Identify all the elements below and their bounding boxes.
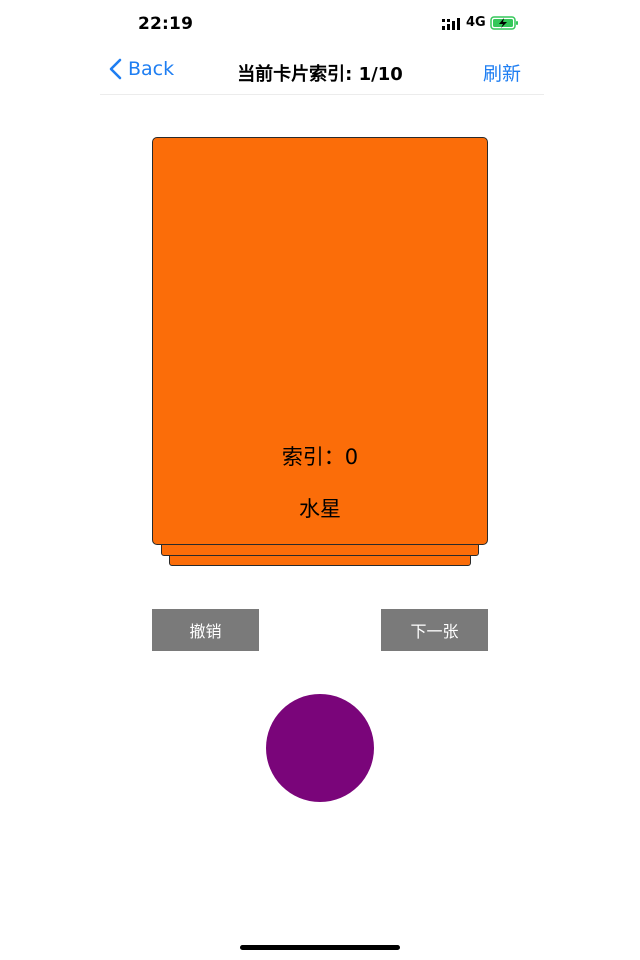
screen: 22:19 4G Back 当前卡片索引: 1/10 刷新 索引：0 水星 撤销…: [0, 0, 640, 960]
card-stack: 索引：0 水星: [0, 0, 640, 600]
card-name-label: 水星: [299, 497, 341, 521]
purple-circle[interactable]: [266, 694, 374, 802]
next-button[interactable]: 下一张: [381, 609, 488, 651]
undo-button[interactable]: 撤销: [152, 609, 259, 651]
home-indicator[interactable]: [240, 945, 400, 950]
current-card[interactable]: 索引：0 水星: [152, 137, 488, 545]
card-index-label: 索引：0: [281, 445, 359, 469]
